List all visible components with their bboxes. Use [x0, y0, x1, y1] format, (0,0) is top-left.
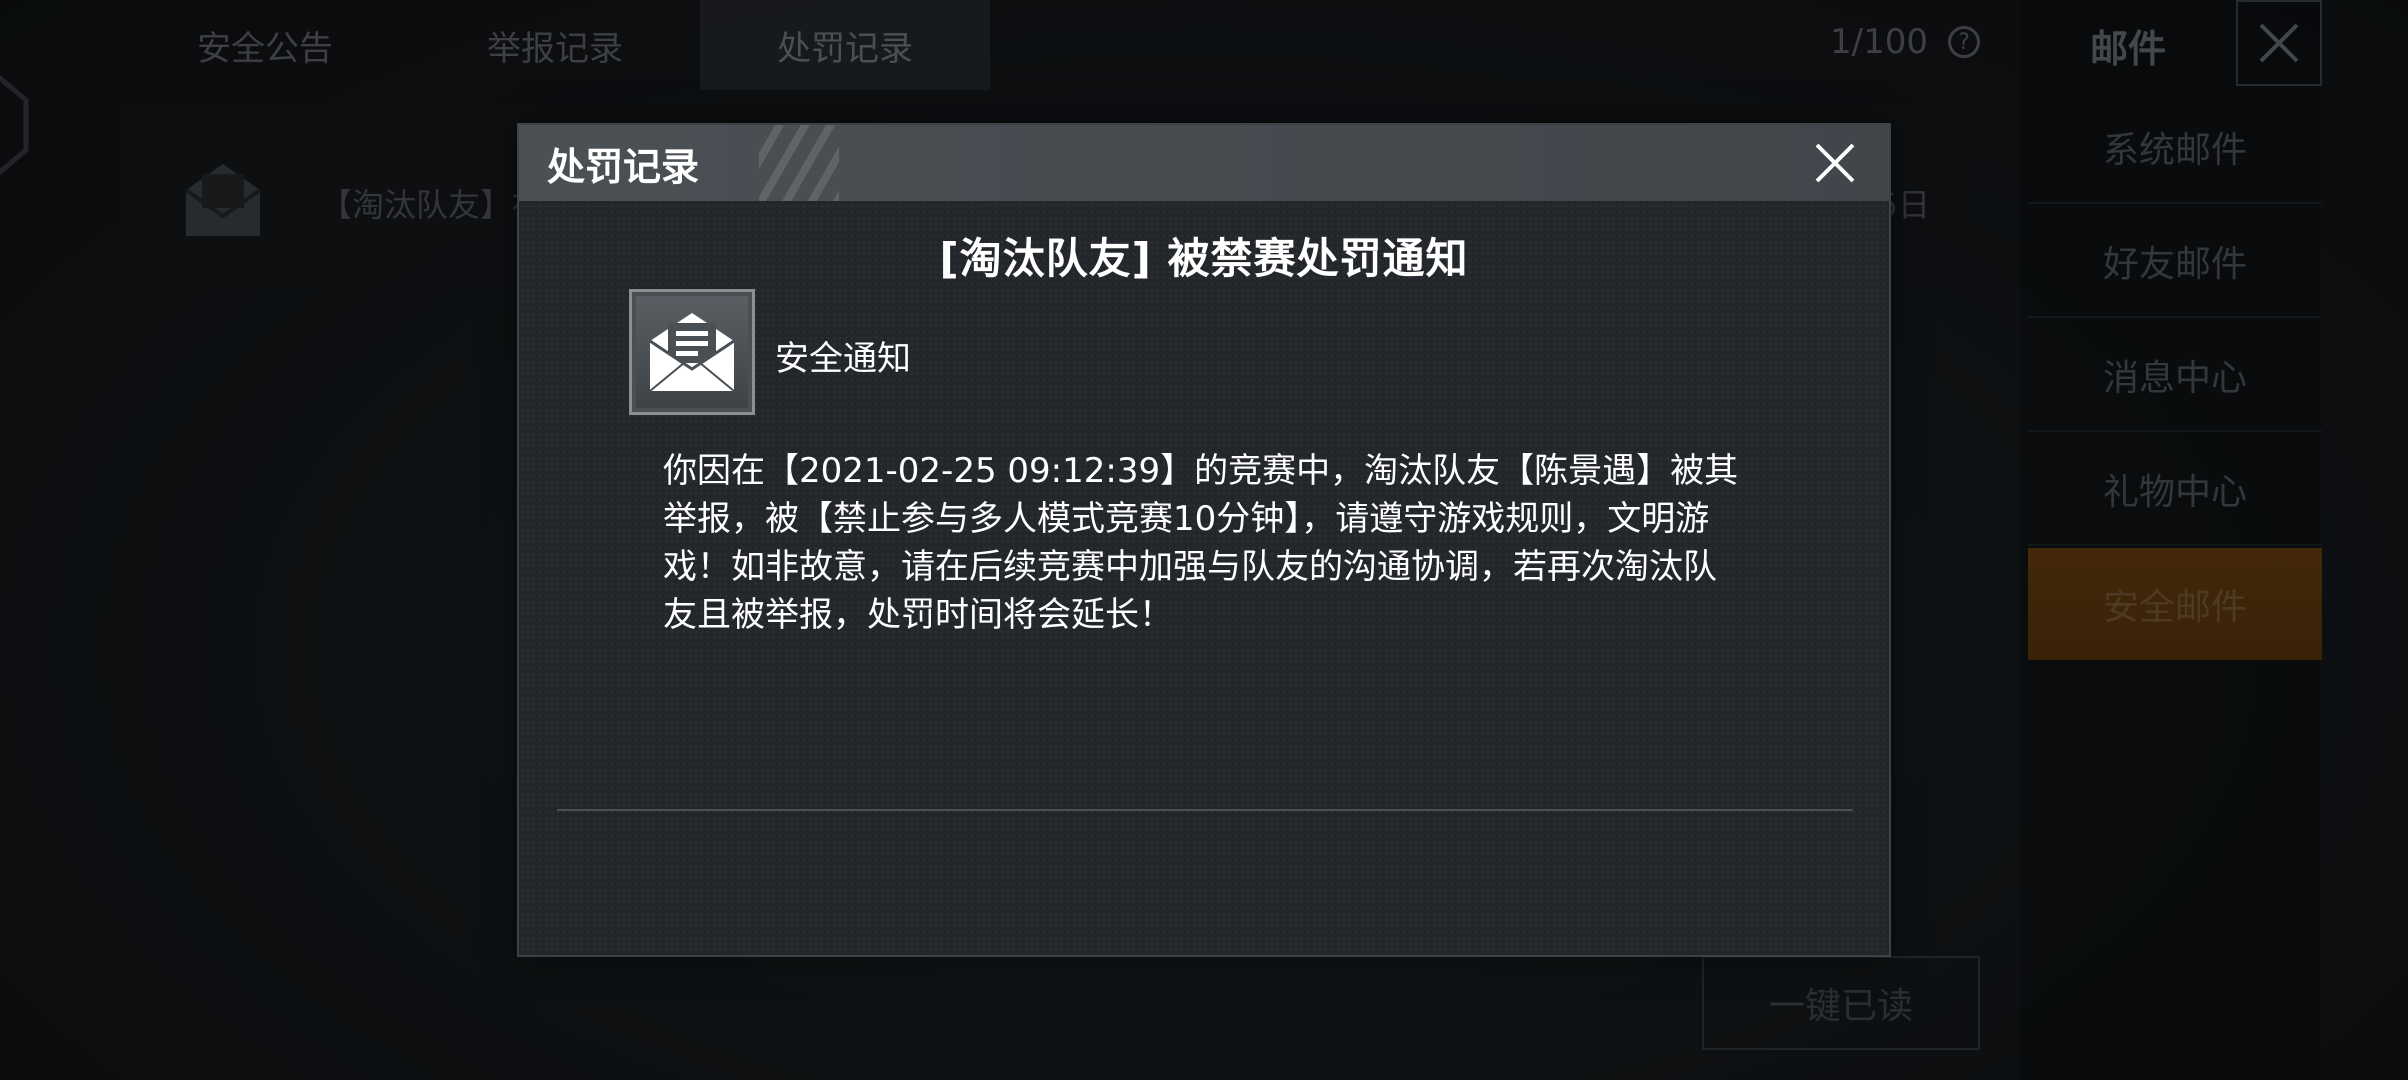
- dialog-close-button[interactable]: [1809, 137, 1861, 189]
- sender-name: 安全通知: [775, 339, 911, 379]
- dialog-title: 处罚记录: [547, 144, 700, 189]
- open-envelope-icon: [649, 313, 735, 392]
- header-stripes-decoration: [759, 125, 839, 201]
- game-screen: 安全公告 举报记录 处罚记录 1/100 ? 【淘汰队友】被 5日 邮件 系统邮…: [0, 0, 2408, 1080]
- dialog-header: 处罚记录: [519, 125, 1889, 201]
- penalty-record-dialog: 处罚记录 [淘汰队友] 被禁赛处罚通知 安全通知 你因在【2021-02-25 …: [517, 123, 1891, 957]
- notice-title: [淘汰队友] 被禁赛处罚通知: [939, 234, 1469, 283]
- close-icon: [1815, 143, 1855, 183]
- notice-body: 你因在【2021-02-25 09:12:39】的竞赛中，淘汰队友【陈景遇】被其…: [663, 451, 1739, 635]
- sender-avatar: [629, 289, 755, 415]
- dialog-divider: [557, 809, 1853, 811]
